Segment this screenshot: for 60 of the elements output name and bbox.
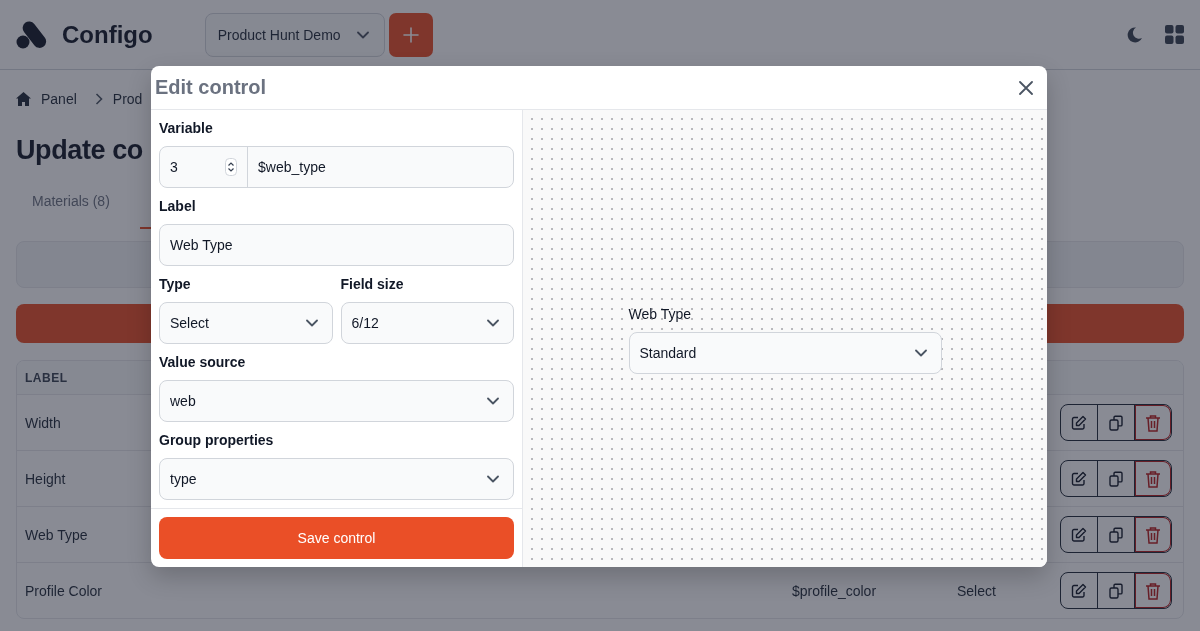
plus-icon	[402, 26, 419, 43]
moon-icon[interactable]	[1125, 25, 1143, 44]
table-cell: Width	[25, 414, 61, 431]
field-label: Field size	[340, 275, 405, 294]
chevron-down-icon	[487, 475, 499, 483]
copy-icon	[1108, 414, 1124, 431]
trash-icon	[1145, 469, 1161, 488]
select-field[interactable]: Select	[159, 302, 333, 344]
chevron-down-icon	[305, 319, 318, 327]
number-field[interactable]: 3	[160, 147, 248, 187]
table-cell: Web Type	[25, 526, 88, 543]
chevron-down-icon	[914, 348, 927, 357]
app-name: Configo	[62, 20, 153, 49]
edit-icon	[1071, 582, 1087, 599]
table-cell: $profile_color	[792, 582, 877, 599]
chevron-down-icon	[487, 397, 499, 405]
breadcrumb-link[interactable]: Panel	[41, 91, 77, 107]
table-cell: Height	[25, 470, 66, 487]
field-label: Label	[159, 197, 197, 216]
column-header: LABEL	[25, 370, 68, 385]
field-label: Variable	[159, 119, 214, 138]
delete-button[interactable]	[1135, 405, 1171, 440]
save-button[interactable]: Save control	[159, 517, 514, 559]
field-label: Type	[159, 275, 192, 294]
delete-button[interactable]	[1135, 573, 1171, 608]
field-label: Group properties	[159, 431, 275, 450]
field-label: Value source	[159, 353, 247, 372]
label-field[interactable]: Web Type	[159, 224, 514, 266]
stepper-icon	[225, 158, 237, 176]
select-field[interactable]: type	[159, 458, 514, 500]
edit-icon	[1071, 526, 1087, 543]
close-button[interactable]	[1019, 80, 1033, 95]
table-cell: Profile Color	[25, 582, 103, 599]
add-button[interactable]	[388, 12, 433, 57]
project-select[interactable]: Product Hunt Demo	[204, 12, 385, 57]
trash-icon	[1145, 581, 1161, 600]
edit-icon	[1071, 470, 1087, 487]
close-icon	[1019, 80, 1033, 95]
chevron-right-icon	[94, 93, 103, 105]
select-field[interactable]: Standard	[628, 331, 942, 374]
copy-icon	[1108, 470, 1124, 487]
modal-title: Edit control	[155, 76, 267, 99]
home-icon	[16, 92, 31, 106]
variable-field[interactable]: $web_type	[248, 159, 336, 175]
copy-icon	[1108, 582, 1124, 599]
delete-button[interactable]	[1135, 461, 1171, 496]
grid-icon[interactable]	[1165, 25, 1184, 44]
trash-icon	[1145, 525, 1161, 544]
select-field[interactable]: web	[159, 380, 514, 422]
table-cell: Select	[957, 582, 996, 599]
page-title: Update co	[16, 134, 143, 167]
trash-icon	[1145, 413, 1161, 432]
delete-button[interactable]	[1135, 517, 1171, 552]
chevron-down-icon	[356, 30, 369, 39]
select-field[interactable]: 6/12	[340, 302, 514, 344]
field-label: Web Type	[628, 304, 693, 324]
breadcrumb-link[interactable]: Prod	[112, 91, 143, 107]
edit-icon	[1071, 414, 1087, 431]
copy-icon	[1108, 526, 1124, 543]
chevron-down-icon	[487, 319, 499, 327]
